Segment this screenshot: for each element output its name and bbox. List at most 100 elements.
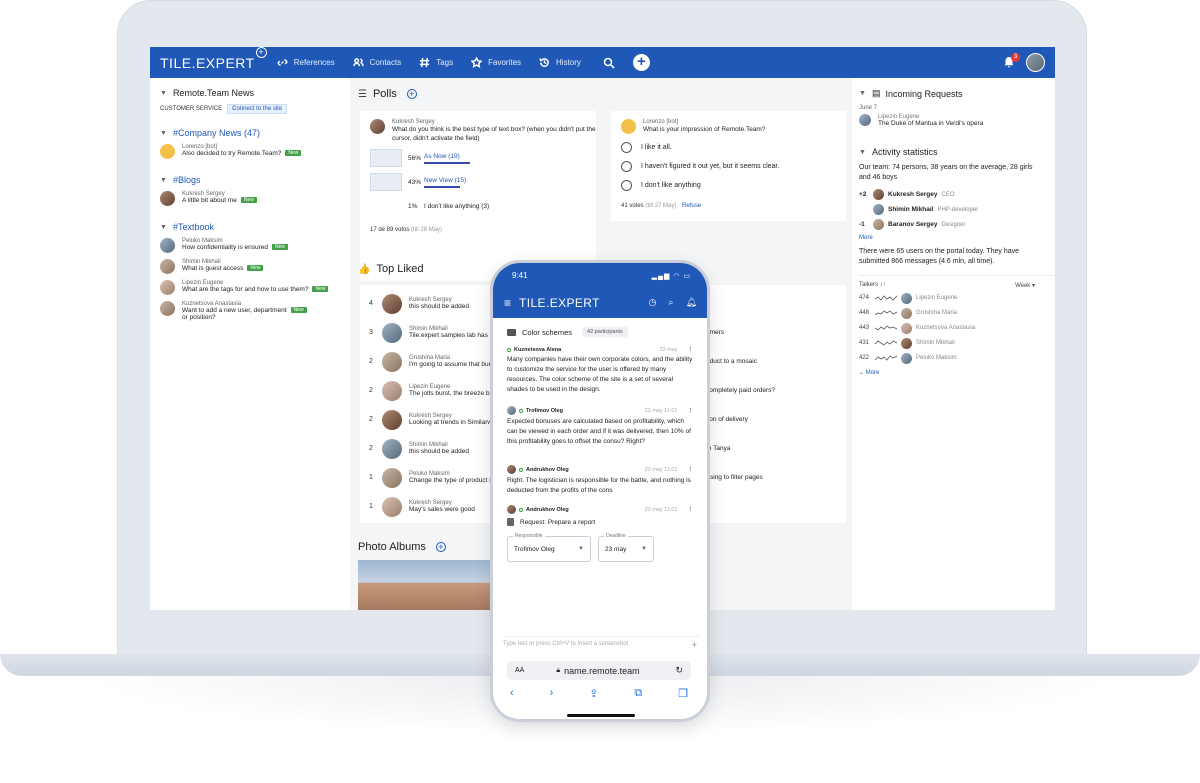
blogs-header[interactable]: ▼ #Blogs — [160, 175, 350, 185]
message-input[interactable]: Type text or press Ctrl+V to insert a sc… — [503, 636, 699, 650]
liked-row[interactable]: 2 Shimin Mikhail this should be added — [360, 434, 497, 463]
connect-to-site-button[interactable]: Connect to the site — [227, 104, 288, 114]
liked-row[interactable]: 2 Grushina Maria I'm going to assume that … — [360, 347, 497, 376]
responsible-select[interactable]: Responsible Trofimov Oleg ▼ — [507, 533, 591, 562]
phone-logo[interactable]: TILE.EXPERT — [519, 296, 600, 310]
list-item[interactable]: Kukresh Sergey A little bit about me New — [160, 191, 350, 206]
nav-references[interactable]: References — [277, 57, 335, 68]
request-line[interactable]: Request: Prepare a report — [507, 518, 595, 526]
talker-row[interactable]: 431 Shimin Mikhail — [859, 337, 1055, 349]
radio-icon[interactable] — [621, 142, 632, 153]
back-icon[interactable]: ‹ — [510, 687, 514, 700]
liked-row[interactable]: 1 Kukresh Sergey May's sales were good — [360, 492, 497, 521]
talker-row[interactable]: 443 Kuznetsova Anastasia — [859, 322, 1055, 334]
more-options-icon[interactable]: ⋮ — [688, 507, 694, 513]
post-title: What is guest access New — [182, 265, 264, 272]
activity-row[interactable]: -1 Baranov Sergey Designer — [859, 219, 1055, 230]
talkers-sort-label[interactable]: Talkers ↓↑ — [859, 282, 886, 289]
refuse-link[interactable]: Refuse — [682, 203, 701, 209]
post-title: Also decided to try Remote.Team? New — [182, 150, 302, 157]
radio-icon[interactable] — [621, 161, 632, 172]
hamburger-menu-icon[interactable]: ≡ — [504, 296, 511, 310]
history-icon[interactable]: ◷ — [649, 297, 657, 308]
post-title: What are the tags for and how to use the… — [182, 286, 329, 293]
poll-radio-option[interactable]: I like it all. — [621, 142, 836, 153]
deadline-select[interactable]: Deadline 23 may ▼ — [598, 533, 654, 562]
add-poll-button[interactable]: + — [406, 89, 417, 99]
poll-option[interactable]: 43% New View (15) — [370, 173, 586, 191]
request-item[interactable]: Lipezin Eugene The Duke of Mantua in Ver… — [859, 114, 1055, 127]
photo-album-thumbnail[interactable] — [358, 560, 493, 610]
textbook-header[interactable]: ▼ #Textbook — [160, 222, 350, 232]
nav-tags[interactable]: Tags — [419, 57, 453, 68]
liked-snippet-fragment[interactable]: tion of delivery — [706, 405, 775, 434]
folder-icon — [507, 328, 516, 336]
liked-snippet-fragment[interactable]: rtsing to filter pages — [706, 463, 775, 492]
list-item[interactable]: Pelukо Maksim How confidentiality is ens… — [160, 238, 350, 253]
participants-badge[interactable]: 42 participants — [582, 327, 628, 337]
liked-row[interactable]: 2 Kukresh Sergey Looking at trends in Simi… — [360, 405, 497, 434]
liked-row[interactable]: 3 Shimin Mikhail Tile.expert samples lab h… — [360, 318, 497, 347]
bookmarks-icon[interactable]: ⧉ — [634, 687, 642, 700]
logo-plus-icon[interactable]: + — [255, 47, 267, 58]
list-item[interactable]: Lipezin Eugene What are the tags for and… — [160, 280, 350, 295]
add-album-button[interactable]: + — [435, 542, 446, 552]
message-time: 23 may 11:01 — [644, 407, 678, 414]
talkers-more-link[interactable]: ⌄ More — [859, 369, 1055, 376]
liked-row[interactable]: 4 Kukresh Sergey this should be added — [360, 289, 497, 318]
share-icon[interactable]: ⇪ — [589, 687, 598, 700]
more-options-icon[interactable]: ⋮ — [688, 347, 694, 353]
liked-snippet-fragment[interactable]: omers — [706, 318, 775, 347]
list-item[interactable]: Lorenzo [bot] Also decided to try Remote… — [160, 144, 350, 159]
tabs-icon[interactable]: ❐ — [678, 687, 688, 700]
liked-snippet-fragment[interactable]: oduct to a mosaic — [706, 347, 775, 376]
talker-row[interactable]: 474 Lipezin Eugene — [859, 292, 1055, 304]
responsible-value: Trofimov Oleg — [514, 546, 555, 553]
list-item[interactable]: Shimin Mikhail What is guest access New — [160, 259, 350, 274]
avatar — [901, 292, 912, 304]
bell-icon[interactable]: 🔔︎ — [686, 297, 697, 308]
list-item[interactable]: Kuznetsova Anastasia Want to add a new u… — [160, 301, 350, 321]
app-logo[interactable]: TILE.EXPERT + — [160, 47, 267, 71]
poll-option[interactable]: 56% As Now (19) — [370, 149, 586, 167]
poll-option[interactable]: 1% I don't like anything (3) — [370, 197, 586, 215]
poll-radio-option[interactable]: I haven't figured it out yet, but it see… — [621, 161, 836, 172]
avatar — [507, 505, 516, 514]
chat-message: Kuznetsova Alena 23 may ⋮ Many companies h… — [507, 347, 693, 395]
talker-row[interactable]: 422 Pelukо Maksim — [859, 352, 1055, 364]
activity-row[interactable]: +2 Kukresh Sergey CEO — [859, 189, 1055, 200]
nav-contacts[interactable]: Contacts — [352, 57, 401, 68]
avatar — [507, 465, 516, 474]
news-section-header[interactable]: ▼ Remote.Team News — [160, 88, 350, 98]
activity-statistics-header[interactable]: ▼ Activity statistics — [859, 147, 1055, 157]
activity-row[interactable]: Shimin Mikhail PHP-developer — [859, 204, 1055, 215]
liked-row[interactable]: 2 Lipezin Eugene The jolts burst, the bree… — [360, 376, 497, 405]
talker-row[interactable]: 448 Grushina Maria — [859, 307, 1055, 319]
search-icon[interactable]: ⌕ — [669, 297, 674, 308]
radio-icon[interactable] — [621, 180, 632, 191]
more-options-icon[interactable]: ⋮ — [688, 467, 694, 473]
text-size-button[interactable]: AA — [515, 667, 524, 674]
reload-icon[interactable]: ↻ — [675, 665, 683, 676]
nav-history[interactable]: History — [539, 57, 581, 68]
message-time: 23 may — [659, 347, 678, 353]
browser-address-bar[interactable]: AA 🔒︎ name.remote.team ↻ — [507, 661, 691, 680]
period-select[interactable]: Week ▾ — [1015, 282, 1035, 289]
more-options-icon[interactable]: ⋮ — [688, 408, 694, 414]
poll-radio-option[interactable]: I don't like anything — [621, 180, 836, 191]
nav-favorites[interactable]: Favorites — [471, 57, 521, 68]
activity-more-link[interactable]: More — [859, 235, 1055, 241]
search-icon[interactable] — [603, 57, 615, 69]
new-badge: New — [285, 150, 302, 157]
message-count: 474 — [859, 295, 870, 301]
company-news-header[interactable]: ▼ #Company News (47) — [160, 128, 350, 138]
liked-snippet-fragment[interactable]: completely paid orders? — [706, 376, 775, 405]
chevron-down-icon: ▼ — [859, 90, 866, 97]
user-avatar[interactable] — [1026, 53, 1045, 72]
liked-row[interactable]: 1 Pelukо Maksim Change the type of product… — [360, 463, 497, 492]
attach-plus-icon[interactable]: + — [692, 640, 697, 650]
incoming-requests-header[interactable]: ▼ ▤ Incoming Requests — [859, 88, 1055, 99]
liked-snippet-fragment[interactable]: to Tanya — [706, 434, 775, 463]
forward-icon[interactable]: › — [550, 687, 554, 700]
add-button[interactable]: + — [632, 54, 650, 71]
